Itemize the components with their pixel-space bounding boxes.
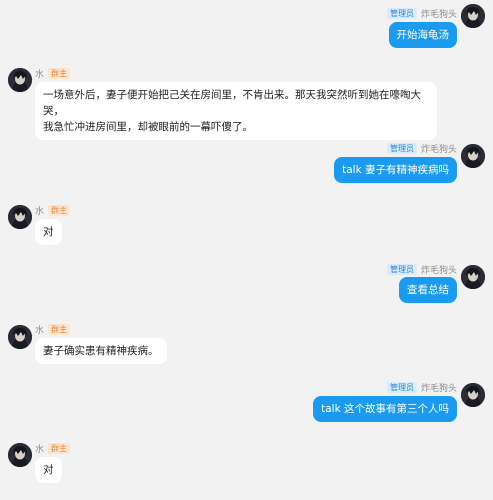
admin-badge: 管理员 <box>386 142 417 154</box>
avatar[interactable] <box>461 144 485 168</box>
avatar-image <box>461 383 485 407</box>
admin-badge: 管理员 <box>386 263 417 275</box>
avatar-image <box>8 205 32 229</box>
sender-name: 炸毛狗头 <box>420 9 457 20</box>
avatar[interactable] <box>8 205 32 229</box>
message-bubble[interactable]: talk 妻子有精神疾病吗 <box>334 157 457 183</box>
avatar[interactable] <box>8 325 32 349</box>
sender-name: 水 <box>35 444 45 455</box>
owner-badge: 群主 <box>48 442 71 454</box>
message-line: 我急忙冲进房间里，却被眼前的一幕吓傻了。 <box>43 121 253 133</box>
sender-meta: 水 群主 <box>35 322 71 336</box>
owner-badge: 群主 <box>48 67 71 79</box>
avatar-image <box>461 265 485 289</box>
admin-badge: 管理员 <box>386 7 417 19</box>
message-bubble[interactable]: 对 <box>35 457 62 483</box>
sender-meta: 水 群主 <box>35 203 71 217</box>
sender-name: 水 <box>35 206 45 217</box>
avatar[interactable] <box>8 443 32 467</box>
avatar[interactable] <box>461 4 485 28</box>
avatar-image <box>8 68 32 92</box>
avatar[interactable] <box>461 265 485 289</box>
sender-meta: 水 群主 <box>35 441 71 455</box>
sender-meta: 管理员 炸毛狗头 <box>386 262 457 276</box>
owner-badge: 群主 <box>48 323 71 335</box>
sender-meta: 管理员 炸毛狗头 <box>386 6 457 20</box>
avatar[interactable] <box>461 383 485 407</box>
sender-name: 炸毛狗头 <box>420 383 457 394</box>
avatar-image <box>461 4 485 28</box>
sender-meta: 管理员 炸毛狗头 <box>386 380 457 394</box>
sender-name: 炸毛狗头 <box>420 144 457 155</box>
admin-badge: 管理员 <box>386 381 417 393</box>
message-line: 一场意外后，妻子便开始把己关在房间里，不肯出来。那天我突然听到她在嚎啕大哭， <box>43 89 421 117</box>
message-bubble[interactable]: 一场意外后，妻子便开始把己关在房间里，不肯出来。那天我突然听到她在嚎啕大哭， 我… <box>35 82 437 140</box>
sender-meta: 管理员 炸毛狗头 <box>386 141 457 155</box>
message-bubble[interactable]: 对 <box>35 219 62 245</box>
sender-name: 水 <box>35 69 45 80</box>
avatar-image <box>461 144 485 168</box>
sender-name: 水 <box>35 325 45 336</box>
avatar-image <box>8 443 32 467</box>
avatar[interactable] <box>8 68 32 92</box>
message-bubble[interactable]: talk 这个故事有第三个人吗 <box>313 396 457 422</box>
message-bubble[interactable]: 妻子确实患有精神疾病。 <box>35 338 167 364</box>
sender-meta: 水 群主 <box>35 66 71 80</box>
message-bubble[interactable]: 查看总结 <box>399 277 457 303</box>
avatar-image <box>8 325 32 349</box>
owner-badge: 群主 <box>48 204 71 216</box>
sender-name: 炸毛狗头 <box>420 265 457 276</box>
chat-window: 管理员 炸毛狗头 开始海龟汤 水 群主 一场意外后，妻子便开始把己关在房间里，不… <box>0 0 493 500</box>
message-bubble[interactable]: 开始海龟汤 <box>388 22 457 48</box>
